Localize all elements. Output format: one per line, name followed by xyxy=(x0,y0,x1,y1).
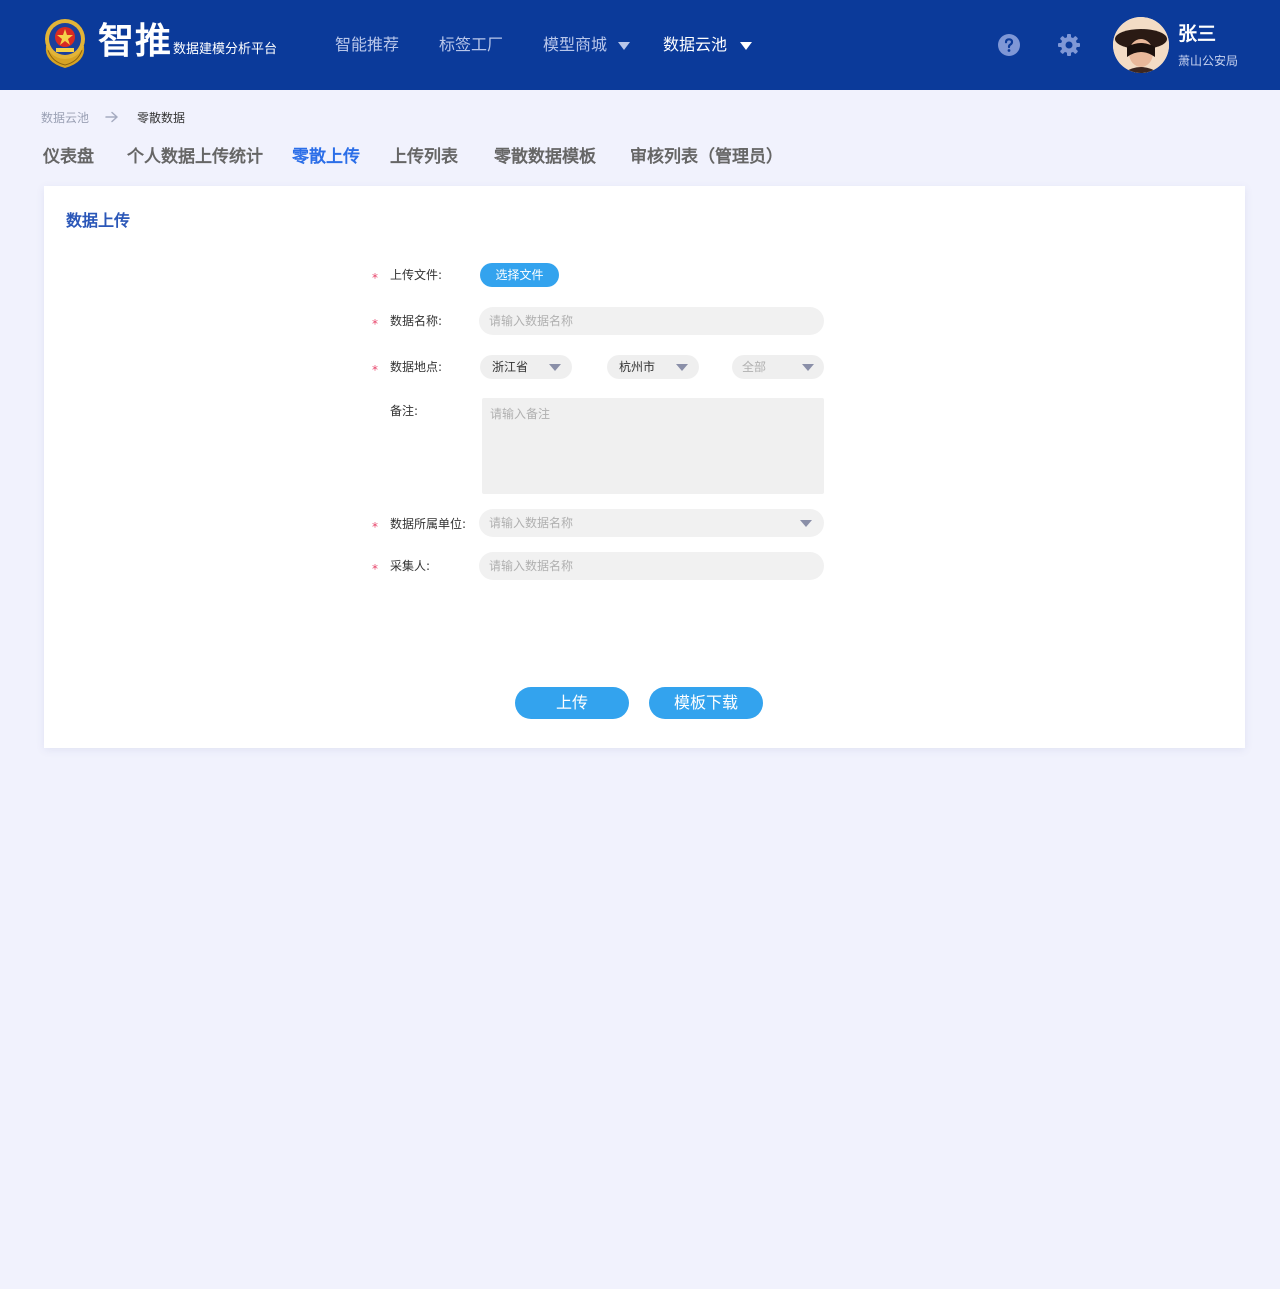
location-label: 数据地点: xyxy=(390,360,443,374)
tab-scattered-data-template[interactable]: 零散数据模板 xyxy=(494,145,596,169)
chevron-down-icon xyxy=(676,364,688,371)
city-value: 杭州市 xyxy=(619,360,656,374)
user-organization: 萧山公安局 xyxy=(1178,54,1239,68)
model-store-chevron-down-icon[interactable] xyxy=(618,42,630,50)
chevron-down-icon xyxy=(549,364,561,371)
required-mark: * xyxy=(372,271,378,285)
remark-textarea[interactable] xyxy=(482,398,824,494)
data-unit-select[interactable]: 请输入数据名称 xyxy=(479,509,824,537)
data-name-input[interactable] xyxy=(479,307,824,335)
nav-item-data-cloud[interactable]: 数据云池 xyxy=(663,34,727,56)
card-title: 数据上传 xyxy=(66,211,131,230)
breadcrumb-data-cloud[interactable]: 数据云池 xyxy=(41,109,89,127)
collector-input[interactable] xyxy=(479,552,824,580)
data-name-label: 数据名称: xyxy=(390,314,443,328)
remark-label: 备注: xyxy=(390,404,419,418)
tab-upload-list[interactable]: 上传列表 xyxy=(390,145,458,169)
arrow-right-icon xyxy=(105,111,118,123)
required-mark: * xyxy=(372,363,378,377)
upload-button[interactable]: 上传 xyxy=(515,687,629,719)
required-mark: * xyxy=(372,520,378,534)
brand-title: 智推 xyxy=(98,21,173,62)
tab-scattered-upload[interactable]: 零散上传 xyxy=(292,145,360,169)
nav-item-smart-recommend[interactable]: 智能推荐 xyxy=(335,34,399,56)
choose-file-button[interactable]: 选择文件 xyxy=(480,263,559,287)
nav-item-tag-factory[interactable]: 标签工厂 xyxy=(439,34,503,56)
breadcrumb-current: 零散数据 xyxy=(137,111,186,125)
user-name[interactable]: 张三 xyxy=(1178,22,1216,46)
top-header: 智推 数据建模分析平台 智能推荐 标签工厂 模型商城 数据云池 张三 萧山公安局 xyxy=(0,0,1280,90)
data-unit-placeholder: 请输入数据名称 xyxy=(489,516,574,530)
help-icon[interactable] xyxy=(997,33,1021,57)
province-value: 浙江省 xyxy=(492,360,529,374)
collector-label: 采集人: xyxy=(390,559,431,573)
chevron-down-icon xyxy=(800,520,812,527)
upload-file-label: 上传文件: xyxy=(390,268,443,282)
brand-subtitle: 数据建模分析平台 xyxy=(173,42,278,57)
police-emblem-logo xyxy=(45,19,85,68)
required-mark: * xyxy=(372,317,378,331)
data-cloud-chevron-down-icon[interactable] xyxy=(740,42,752,50)
required-mark: * xyxy=(372,562,378,576)
upload-card: 数据上传 * 上传文件: 选择文件 * 数据名称: * 数据地点: 浙江省 杭州… xyxy=(44,186,1245,748)
district-value: 全部 xyxy=(742,360,767,374)
avatar[interactable] xyxy=(1113,17,1169,73)
chevron-down-icon xyxy=(802,364,814,371)
tab-review-list-admin[interactable]: 审核列表（管理员） xyxy=(630,145,783,169)
data-unit-label: 数据所属单位: xyxy=(390,517,467,531)
nav-item-model-store[interactable]: 模型商城 xyxy=(543,34,607,56)
district-select[interactable]: 全部 xyxy=(732,355,824,379)
tab-dashboard[interactable]: 仪表盘 xyxy=(43,145,94,169)
avatar-portrait-image xyxy=(1113,17,1169,73)
tab-personal-upload-stats[interactable]: 个人数据上传统计 xyxy=(127,145,263,169)
template-download-button[interactable]: 模板下载 xyxy=(649,687,763,719)
city-select[interactable]: 杭州市 xyxy=(607,355,699,379)
gear-icon[interactable] xyxy=(1057,33,1081,57)
province-select[interactable]: 浙江省 xyxy=(480,355,572,379)
